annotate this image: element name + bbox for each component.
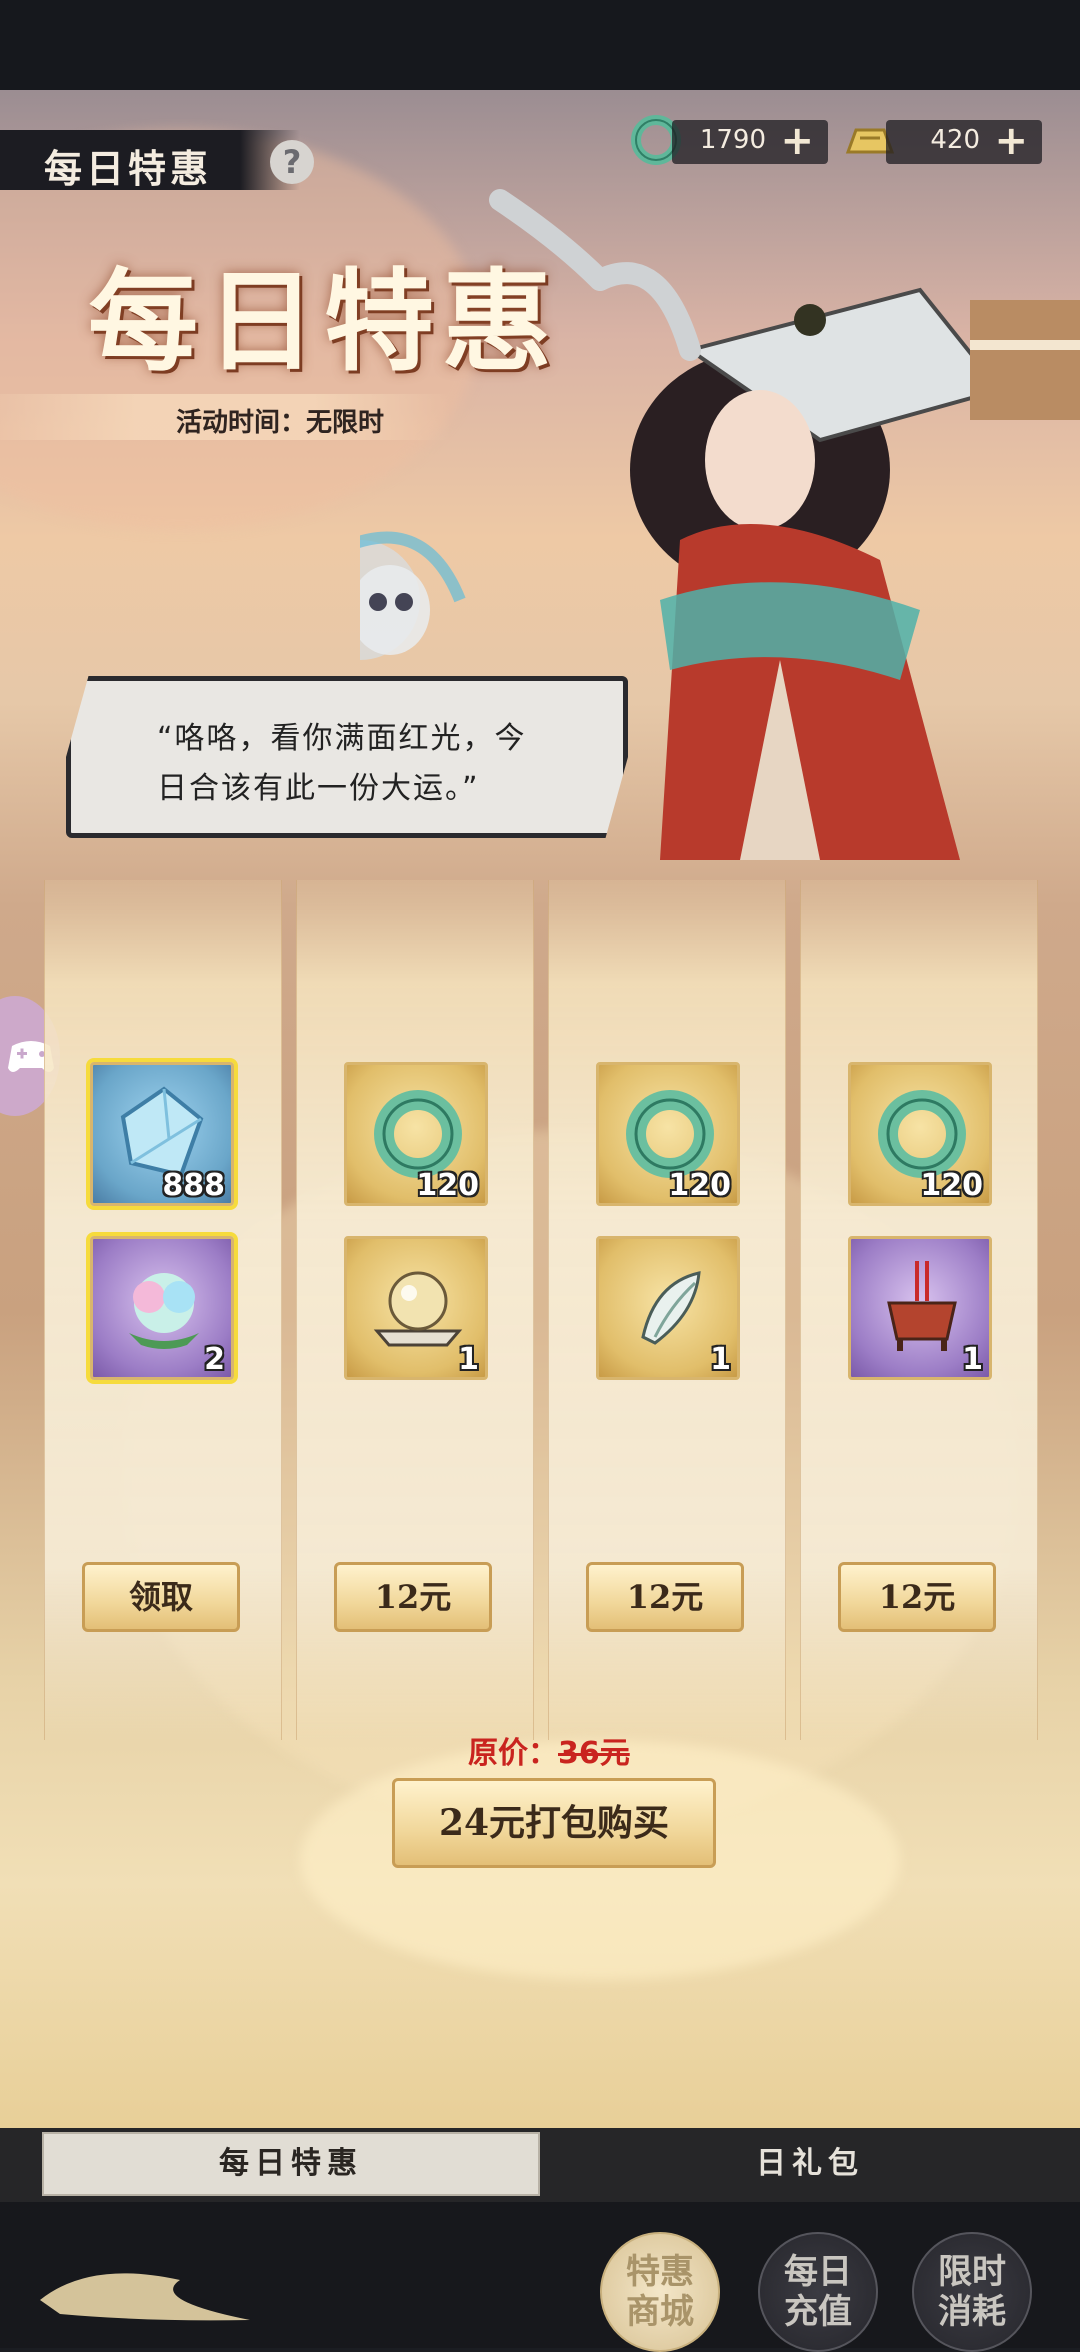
reward-item[interactable]: 1 xyxy=(344,1236,488,1380)
reward-item[interactable]: 1 xyxy=(848,1236,992,1380)
speech-line-1: “咯咯，看你满面红光，今 xyxy=(157,721,527,756)
reward-item[interactable]: 120 xyxy=(848,1062,992,1206)
buy-button[interactable]: 12元 xyxy=(586,1562,744,1632)
buy-button[interactable]: 12元 xyxy=(838,1562,996,1632)
item-count: 2 xyxy=(204,1342,225,1377)
original-price-label: 原价： xyxy=(468,1736,558,1771)
item-count: 1 xyxy=(962,1342,983,1377)
gold-count: 420 xyxy=(930,125,980,155)
tab-daily-deals[interactable]: 每日特惠 xyxy=(42,2132,540,2196)
activity-time-bar: 活动时间：无限时 xyxy=(0,394,450,440)
activity-time-text: 活动时间：无限时 xyxy=(176,408,385,438)
item-count: 120 xyxy=(920,1168,983,1203)
speech-line-2: 日合该有此一份大运。” xyxy=(157,771,480,806)
reward-item[interactable]: 2 xyxy=(90,1236,234,1380)
bundle-buy-button[interactable]: 24元打包购买 xyxy=(392,1778,716,1868)
reward-item[interactable]: 1 xyxy=(596,1236,740,1380)
item-count: 1 xyxy=(710,1342,731,1377)
buy-button[interactable]: 12元 xyxy=(334,1562,492,1632)
original-price-value: 36元 xyxy=(558,1736,630,1771)
nav-label-line2: 消耗 xyxy=(938,2292,1006,2332)
page-title: 每日特惠 xyxy=(44,146,213,191)
status-bar xyxy=(0,0,1080,90)
item-count: 120 xyxy=(416,1168,479,1203)
crystal-orb-icon xyxy=(373,1271,463,1347)
item-count: 888 xyxy=(162,1168,225,1203)
jade-cicada-icon xyxy=(641,1271,701,1345)
gold-add-button[interactable]: + xyxy=(994,118,1028,164)
reward-item[interactable]: 888 xyxy=(90,1062,234,1206)
reward-item[interactable]: 120 xyxy=(596,1062,740,1206)
item-count: 1 xyxy=(458,1342,479,1377)
original-price: 原价：36元 xyxy=(468,1728,630,1772)
lotus-pearl-icon xyxy=(129,1273,199,1349)
jade-add-button[interactable]: + xyxy=(780,118,814,164)
gold-resource-box: 420 + xyxy=(886,118,1042,164)
nav-label-line1: 特惠 xyxy=(626,2252,694,2292)
nav-label-line2: 商城 xyxy=(626,2292,694,2332)
claim-button[interactable]: 领取 xyxy=(82,1562,240,1632)
event-big-title: 每日特惠 xyxy=(88,257,560,386)
jade-count: 1790 xyxy=(699,125,766,155)
brush-decoration xyxy=(40,2273,250,2321)
tab-daily-gift[interactable]: 日礼包 xyxy=(560,2132,1060,2196)
help-icon[interactable]: ? xyxy=(270,140,314,184)
speech-bubble: “咯咯，看你满面红光，今 日合该有此一份大运。” xyxy=(66,676,628,838)
incense-burner-icon xyxy=(887,1261,957,1351)
item-count: 120 xyxy=(668,1168,731,1203)
nav-label-line2: 充值 xyxy=(784,2292,852,2332)
jade-resource-box: 1790 + xyxy=(672,118,828,164)
nav-label-line1: 限时 xyxy=(938,2252,1006,2292)
reward-item[interactable]: 120 xyxy=(344,1062,488,1206)
nav-special-shop[interactable]: 特惠 商城 xyxy=(600,2232,720,2352)
nav-label-line1: 每日 xyxy=(784,2252,852,2292)
nav-limited-consume[interactable]: 限时 消耗 xyxy=(912,2232,1032,2352)
page-title-tag: 每日特惠 xyxy=(0,130,300,191)
nav-daily-recharge[interactable]: 每日 充值 xyxy=(758,2232,878,2352)
